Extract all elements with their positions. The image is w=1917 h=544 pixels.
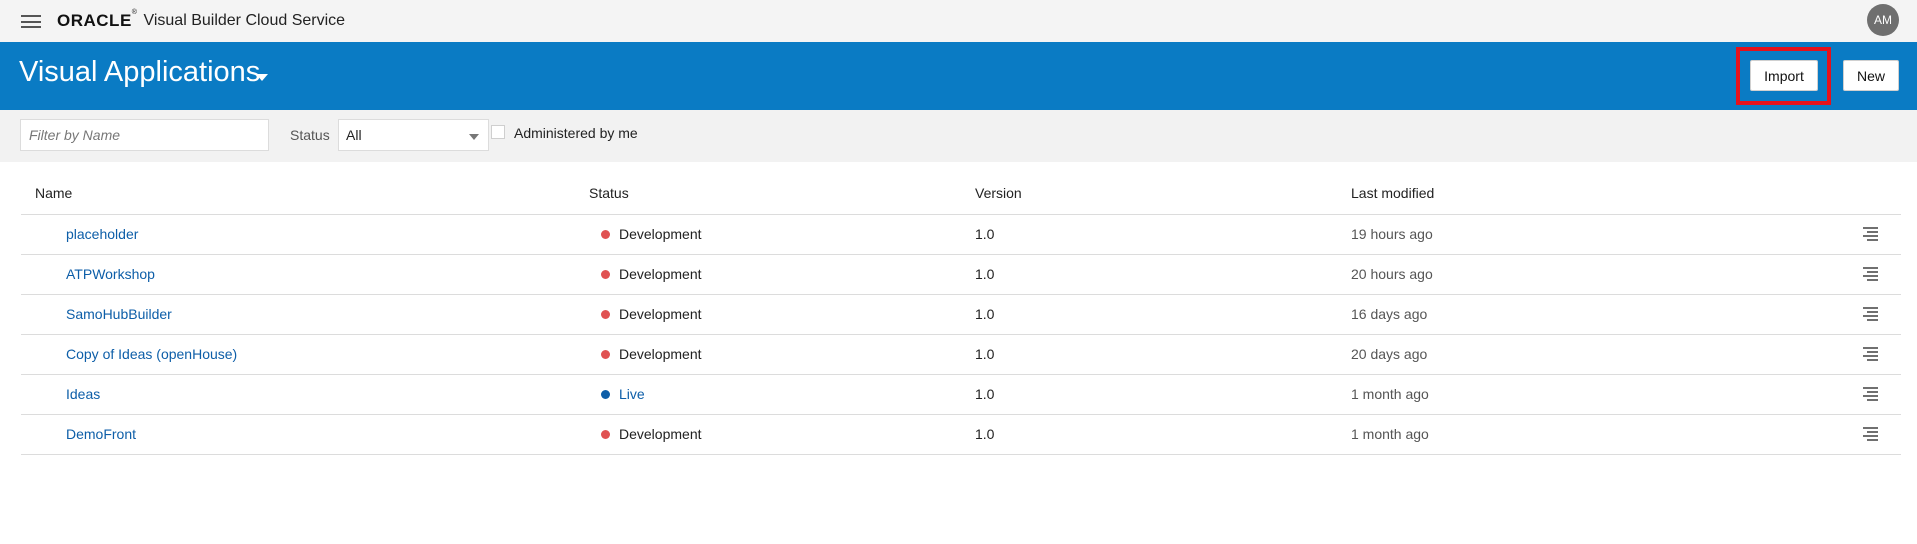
last-modified-cell: 20 days ago bbox=[1351, 346, 1428, 362]
status-text: Development bbox=[619, 266, 702, 282]
administered-by-me-label[interactable]: Administered by me bbox=[514, 125, 638, 141]
status-dot-icon bbox=[601, 309, 610, 319]
status-text: Development bbox=[619, 226, 702, 242]
status-cell: Development bbox=[601, 346, 702, 362]
page-title[interactable]: Visual Applications bbox=[19, 56, 260, 89]
filter-bar: Status All Administered by me bbox=[0, 110, 1917, 162]
column-header-version[interactable]: Version bbox=[975, 185, 1022, 201]
hamburger-menu-icon[interactable] bbox=[21, 15, 41, 28]
version-cell: 1.0 bbox=[975, 386, 995, 402]
page-header: Visual Applications bbox=[0, 42, 1917, 110]
table-row[interactable]: SamoHubBuilder Development 1.0 16 days a… bbox=[21, 295, 1901, 335]
last-modified-cell: 19 hours ago bbox=[1351, 226, 1433, 242]
table-row[interactable]: Copy of Ideas (openHouse) Development 1.… bbox=[21, 335, 1901, 375]
table-header: Name Status Version Last modified bbox=[21, 174, 1901, 215]
row-menu-icon[interactable] bbox=[1863, 307, 1878, 321]
user-avatar[interactable]: AM bbox=[1867, 4, 1899, 36]
last-modified-cell: 1 month ago bbox=[1351, 426, 1429, 442]
row-menu-icon[interactable] bbox=[1863, 227, 1878, 241]
status-text: Development bbox=[619, 306, 702, 322]
oracle-logo: ORACLE® bbox=[57, 9, 138, 30]
status-cell: Development bbox=[601, 226, 702, 242]
chevron-down-icon bbox=[469, 134, 479, 140]
status-text: Development bbox=[619, 426, 702, 442]
last-modified-cell: 1 month ago bbox=[1351, 386, 1429, 402]
column-header-last-modified[interactable]: Last modified bbox=[1351, 185, 1434, 201]
version-cell: 1.0 bbox=[975, 346, 995, 362]
row-menu-icon[interactable] bbox=[1863, 387, 1878, 401]
brand: ORACLE® Visual Builder Cloud Service bbox=[57, 9, 346, 32]
version-cell: 1.0 bbox=[975, 426, 995, 442]
status-text: Live bbox=[619, 386, 645, 402]
table-row[interactable]: placeholder Development 1.0 19 hours ago bbox=[21, 215, 1901, 255]
status-cell: Live bbox=[601, 386, 645, 402]
title-dropdown-caret-icon[interactable] bbox=[256, 74, 268, 81]
version-cell: 1.0 bbox=[975, 226, 995, 242]
last-modified-cell: 20 hours ago bbox=[1351, 266, 1433, 282]
row-menu-icon[interactable] bbox=[1863, 347, 1878, 361]
applications-table: Name Status Version Last modified placeh… bbox=[21, 174, 1901, 455]
app-name-link[interactable]: SamoHubBuilder bbox=[66, 306, 172, 322]
table-row[interactable]: DemoFront Development 1.0 1 month ago bbox=[21, 415, 1901, 455]
app-name-link[interactable]: ATPWorkshop bbox=[66, 266, 155, 282]
app-name-link[interactable]: DemoFront bbox=[66, 426, 136, 442]
product-name: Visual Builder Cloud Service bbox=[143, 12, 346, 29]
status-dot-icon bbox=[601, 389, 610, 399]
status-cell: Development bbox=[601, 426, 702, 442]
table-row[interactable]: ATPWorkshop Development 1.0 20 hours ago bbox=[21, 255, 1901, 295]
app-name-link[interactable]: Copy of Ideas (openHouse) bbox=[66, 346, 237, 362]
row-menu-icon[interactable] bbox=[1863, 427, 1878, 441]
import-button[interactable]: Import bbox=[1750, 60, 1818, 91]
status-dot-icon bbox=[601, 349, 610, 359]
last-modified-cell: 16 days ago bbox=[1351, 306, 1428, 322]
row-menu-icon[interactable] bbox=[1863, 267, 1878, 281]
status-filter-value: All bbox=[346, 127, 362, 143]
administered-by-me-checkbox[interactable] bbox=[491, 125, 505, 139]
status-filter-label: Status bbox=[290, 127, 330, 143]
top-bar: ORACLE® Visual Builder Cloud Service AM bbox=[0, 0, 1917, 42]
status-dot-icon bbox=[601, 429, 610, 439]
column-header-status[interactable]: Status bbox=[589, 185, 629, 201]
app-name-link[interactable]: placeholder bbox=[66, 226, 138, 242]
table-row[interactable]: Ideas Live 1.0 1 month ago bbox=[21, 375, 1901, 415]
version-cell: 1.0 bbox=[975, 266, 995, 282]
status-dot-icon bbox=[601, 269, 610, 279]
status-cell: Development bbox=[601, 306, 702, 322]
app-name-link[interactable]: Ideas bbox=[66, 386, 100, 402]
status-filter-select[interactable]: All bbox=[338, 119, 489, 151]
status-dot-icon bbox=[601, 229, 610, 239]
column-header-name[interactable]: Name bbox=[35, 185, 72, 201]
version-cell: 1.0 bbox=[975, 306, 995, 322]
status-text: Development bbox=[619, 346, 702, 362]
filter-by-name-input[interactable] bbox=[20, 119, 269, 151]
new-button[interactable]: New bbox=[1843, 60, 1899, 91]
status-cell: Development bbox=[601, 266, 702, 282]
